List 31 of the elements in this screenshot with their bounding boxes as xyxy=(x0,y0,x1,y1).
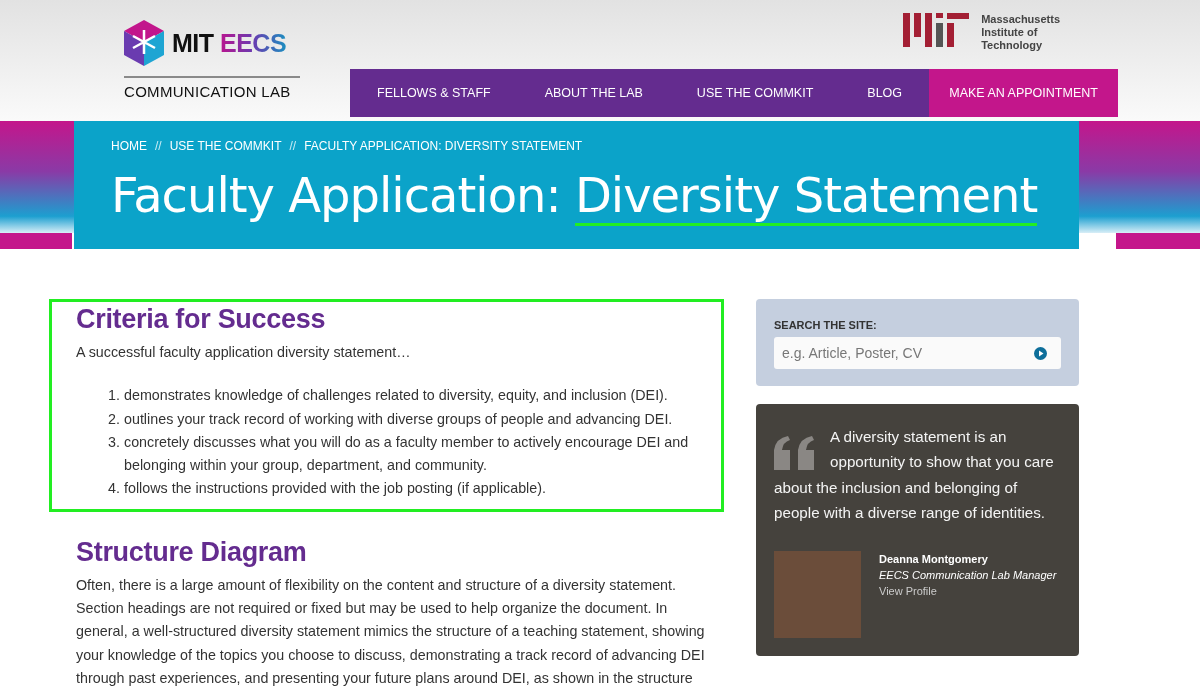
search-label: SEARCH THE SITE: xyxy=(774,319,878,331)
quote-text: A diversity statement is an opportunity to show that you care about the inclusion and belonging of people with a diverse range of identities. xyxy=(774,427,1055,523)
nav-link[interactable]: ABOUT THE LAB xyxy=(517,69,670,117)
list-item: concretely discusses what you will do as a faculty member to actively encourage DEI and belonging within your group, department, and community. xyxy=(124,432,690,476)
section-heading: Structure Diagram xyxy=(76,536,308,568)
list-number: 3. xyxy=(107,432,120,452)
list-item: demonstrates knowledge of challenges related to diversity, equity, and inclusion (DEI). xyxy=(124,386,669,406)
breadcrumb-separator: // xyxy=(155,139,162,153)
section-heading: Criteria for Success xyxy=(76,304,327,335)
person-name: Deanna Montgomery xyxy=(879,553,989,566)
nav-link[interactable]: USE THE COMMKIT xyxy=(669,69,841,117)
paragraph: A successful faculty application diversity statement… xyxy=(76,343,412,362)
list-number: 1. xyxy=(107,386,120,406)
cube-logo-icon xyxy=(124,20,164,66)
logo-subtitle: COMMUNICATION LAB xyxy=(124,76,300,100)
person-role: EECS Communication Lab Manager xyxy=(879,569,1057,582)
list-item: outlines your track record of working with diverse groups of people and advancing DEI. xyxy=(124,409,674,429)
search-field[interactable]: e.g. Article, Poster, CV xyxy=(774,337,1061,369)
page-title: Faculty Application: Diversity Statement xyxy=(111,167,1079,226)
mit-logo-icon xyxy=(903,13,970,47)
view-profile-link[interactable]: View Profile xyxy=(879,585,1057,598)
breadcrumb-separator: // xyxy=(289,139,297,153)
paragraph: Often, there is a large amount of flexibility on the content and structure of a diversity statement. Section headings are not required or fixed but may be used to help organize the document. In general, a well-structured diversity statement mimics the structure of a teaching statement, showing your knowledge of the topics you choose to discuss, demonstrating a track record of advancing DEI through past experiences, and presenting your future plans around DEI, as shown in the structure xyxy=(76,575,706,688)
list-number: 2. xyxy=(107,409,120,429)
list-item: follows the instructions provided with the job posting (if applicable). xyxy=(124,479,547,499)
nav-link[interactable]: BLOG xyxy=(840,69,930,117)
appointment-button[interactable]: MAKE AN APPOINTMENT xyxy=(929,69,1119,117)
list-number: 4. xyxy=(107,479,120,499)
nav-link[interactable]: FELLOWS & STAFF xyxy=(350,69,518,117)
institute-name: Massachusetts Institute of Technology xyxy=(981,13,1060,53)
search-submit-icon[interactable] xyxy=(1034,347,1047,360)
